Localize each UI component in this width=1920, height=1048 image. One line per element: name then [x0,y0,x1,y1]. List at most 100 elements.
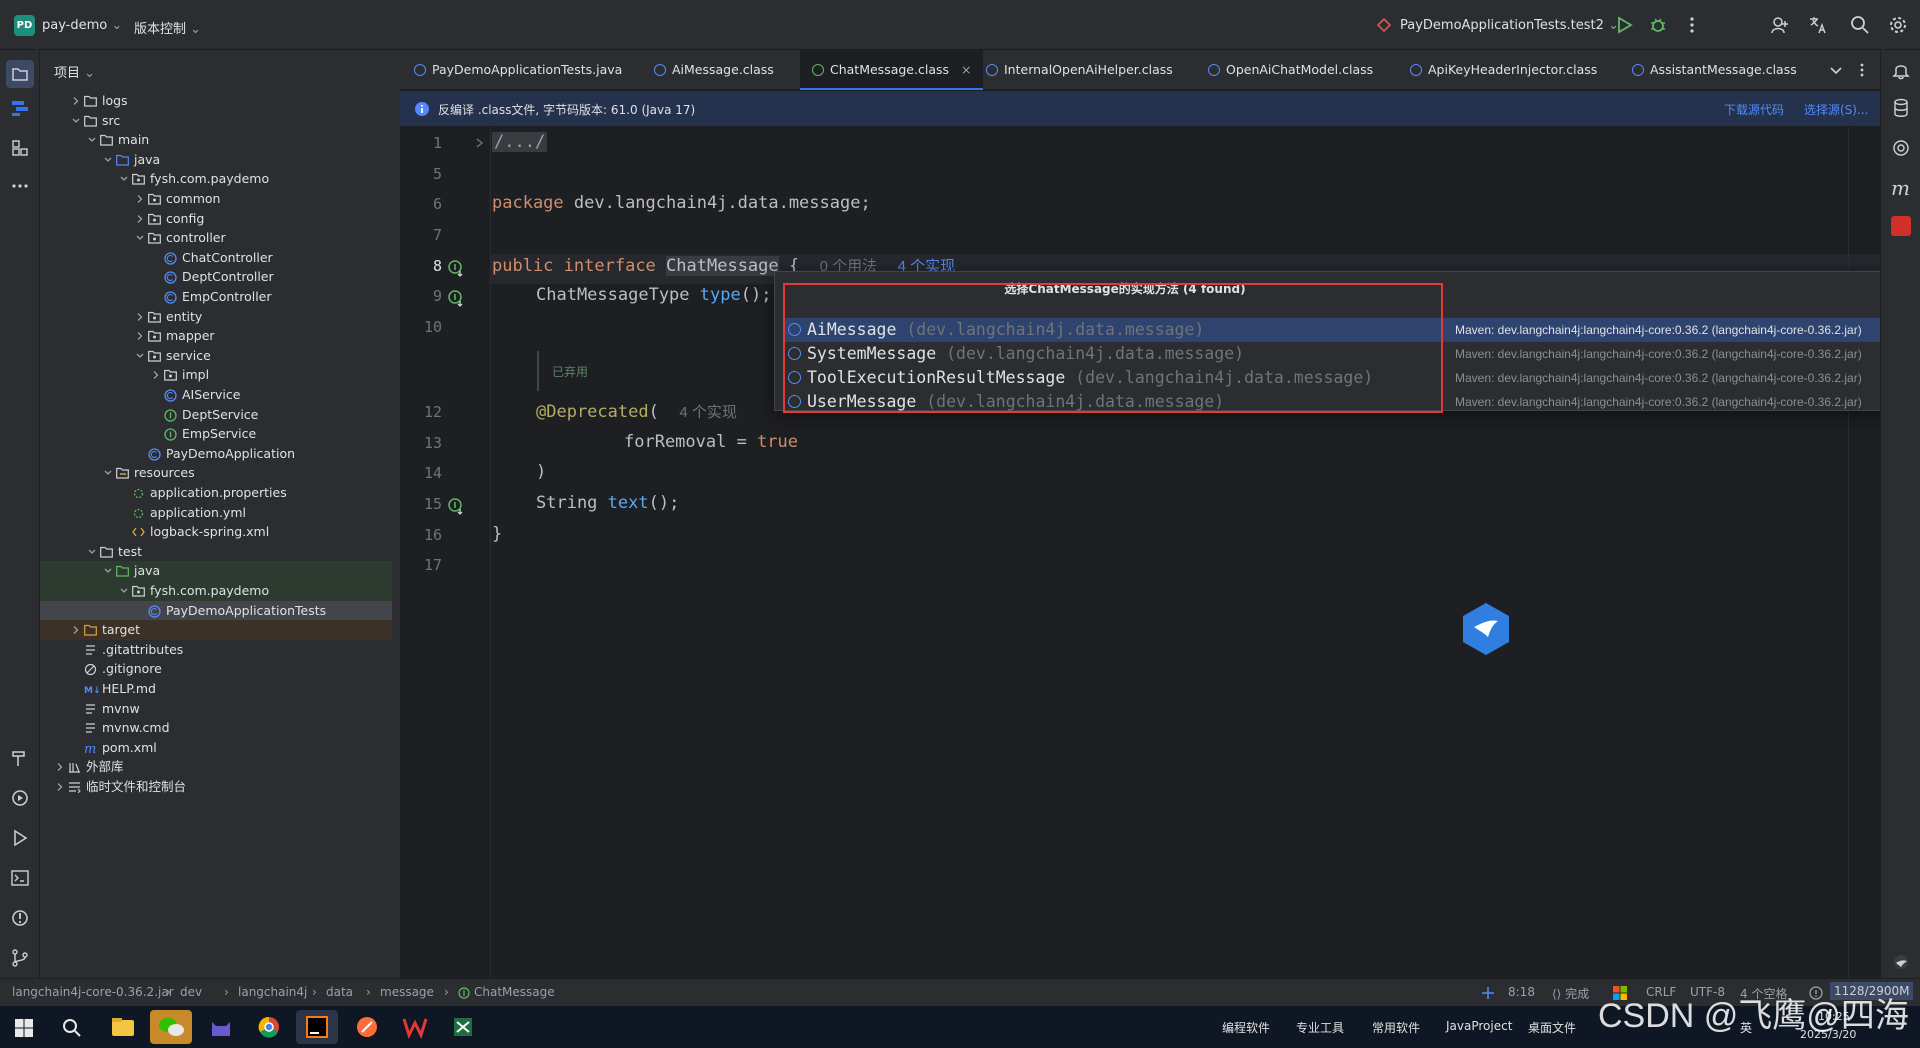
tree-item-application-properties[interactable]: application.properties [40,483,392,503]
add-user-icon[interactable] [1770,15,1790,35]
notifications-icon[interactable] [1891,60,1911,80]
tree-item-test[interactable]: test [40,542,392,562]
chevron-down-icon[interactable] [86,542,98,562]
plugins-icon[interactable] [10,138,30,158]
tree-item-deptcontroller[interactable]: DeptController [40,267,392,287]
debug-icon[interactable] [1648,15,1668,35]
chevron-right-icon[interactable] [134,209,146,229]
taskbar-group[interactable]: 常用软件 [1372,1019,1420,1036]
tree-item-impl[interactable]: impl [40,365,392,385]
tree-item-src[interactable]: src [40,111,392,131]
maven-icon[interactable]: m [1891,176,1910,200]
tab-paydemo-tests[interactable]: PayDemoApplicationTests.java [414,50,622,90]
tree-item-gitattributes[interactable]: .gitattributes [40,640,392,660]
tree-item-paydemoapplication[interactable]: PayDemoApplication [40,444,392,464]
tree-item-application-yml[interactable]: application.yml [40,503,392,523]
database-icon[interactable] [1891,98,1911,118]
chevron-down-icon[interactable] [86,130,98,150]
problems-icon[interactable] [10,908,30,928]
build-icon[interactable] [10,748,30,768]
tree-item-aiservice[interactable]: AIService [40,385,392,405]
implemented-marker-icon[interactable] [448,290,466,308]
tree-item-target[interactable]: target [40,620,392,641]
close-tab-icon[interactable]: × [961,62,971,77]
chevron-down-icon[interactable] [102,561,114,581]
chevron-down-icon[interactable] [70,111,82,131]
gear-icon[interactable] [1888,15,1908,35]
project-tool-icon[interactable] [6,60,34,88]
run-icon[interactable] [1614,15,1634,35]
run-tool-icon[interactable] [10,828,30,848]
taskbar-group[interactable]: JavaProject [1446,1019,1512,1033]
tab-chatmessage[interactable]: ChatMessage.class × [800,50,984,90]
tree-item-config[interactable]: config [40,209,392,229]
tree-item-chatcontroller[interactable]: ChatController [40,248,392,268]
tree-item-service[interactable]: service [40,346,392,366]
tab-apikey-header-injector[interactable]: ApiKeyHeaderInjector.class [1410,50,1597,90]
assistant-bird-icon[interactable] [1460,601,1512,657]
tree-item-deptservice[interactable]: DeptService [40,405,392,425]
cursor-position[interactable]: 8:18 [1508,985,1535,999]
postman-icon[interactable] [346,1010,388,1044]
tree-item-entity[interactable]: entity [40,307,392,327]
ai-assistant-icon[interactable] [1891,138,1911,158]
more-tools-icon[interactable] [10,176,30,196]
tree-item-logs[interactable]: logs [40,91,392,111]
breadcrumb-item[interactable]: langchain4j-core-0.36.2.jar [12,985,174,999]
project-panel-title[interactable]: 项目 ⌄ [54,62,95,81]
tabs-dropdown-icon[interactable] [1828,62,1844,78]
tree-item-controller[interactable]: controller [40,228,392,248]
structure-icon[interactable] [10,98,30,118]
project-selector[interactable]: pay-demo ⌄ [42,18,122,33]
chevron-down-icon[interactable] [134,346,146,366]
feiyi-plugin-icon[interactable] [1891,216,1911,236]
breadcrumb-item[interactable]: message [380,985,434,999]
taskbar-group[interactable]: 编程软件 [1222,1019,1270,1036]
chevron-down-icon[interactable] [134,228,146,248]
intellij-icon[interactable] [296,1010,338,1044]
tree-item-item[interactable]: 临时文件和控制台 [40,777,392,797]
project-badge[interactable]: PD [14,15,35,36]
tree-item-empservice[interactable]: EmpService [40,424,392,444]
translate-icon[interactable] [1808,15,1828,35]
vcs-menu[interactable]: 版本控制 ⌄ [134,18,201,37]
chevron-right-icon[interactable] [54,757,66,777]
breadcrumb-item[interactable]: dev [180,985,202,999]
chevron-right-icon[interactable] [54,777,66,797]
code-editor[interactable]: 1 5 6 7 8 9 10 12 13 14 15 16 17 /.../ p… [400,127,1880,978]
chevron-down-icon[interactable] [102,463,114,483]
fold-chevron-icon[interactable] [474,136,486,150]
breadcrumb-item[interactable]: ChatMessage [474,985,555,999]
file-explorer-icon[interactable] [102,1010,144,1044]
tree-item-empcontroller[interactable]: EmpController [40,287,392,307]
taskbar-group[interactable]: 专业工具 [1296,1019,1344,1036]
services-icon[interactable] [10,788,30,808]
tabs-more-icon[interactable] [1854,62,1870,78]
tree-item-fysh-com-paydemo[interactable]: fysh.com.paydemo [40,581,392,601]
implemented-marker-icon[interactable] [448,260,466,278]
chevron-right-icon[interactable] [134,326,146,346]
tree-item-pom-xml[interactable]: m pom.xml [40,738,392,758]
implemented-marker-icon[interactable] [448,498,466,516]
tab-internal-openai-helper[interactable]: InternalOpenAiHelper.class [986,50,1173,90]
chevron-right-icon[interactable] [134,307,146,327]
tree-item-mvnw[interactable]: mvnw [40,699,392,719]
tree-item-logback-spring-xml[interactable]: logback-spring.xml [40,522,392,542]
bird-mini-icon[interactable] [1891,952,1911,972]
tree-item-gitignore[interactable]: .gitignore [40,659,392,679]
tree-item-main[interactable]: main [40,130,392,150]
breadcrumb-item[interactable]: data [326,985,353,999]
chevron-down-icon[interactable] [102,150,114,170]
tree-item-resources[interactable]: resources [40,463,392,483]
tree-item-item[interactable]: 外部库 [40,757,392,777]
terminal-icon[interactable] [10,868,30,888]
search-icon[interactable] [1850,15,1870,35]
tree-item-java[interactable]: java [40,561,392,582]
code-review-status[interactable]: ⟨⟩ 完成 [1552,985,1589,1002]
wps-icon[interactable] [394,1010,436,1044]
tree-item-java[interactable]: java [40,150,392,170]
tab-assistant-message[interactable]: AssistantMessage.class [1632,50,1797,90]
breadcrumb-item[interactable]: langchain4j [238,985,307,999]
chevron-right-icon[interactable] [150,365,162,385]
tab-openai-chat-model[interactable]: OpenAiChatModel.class [1208,50,1373,90]
